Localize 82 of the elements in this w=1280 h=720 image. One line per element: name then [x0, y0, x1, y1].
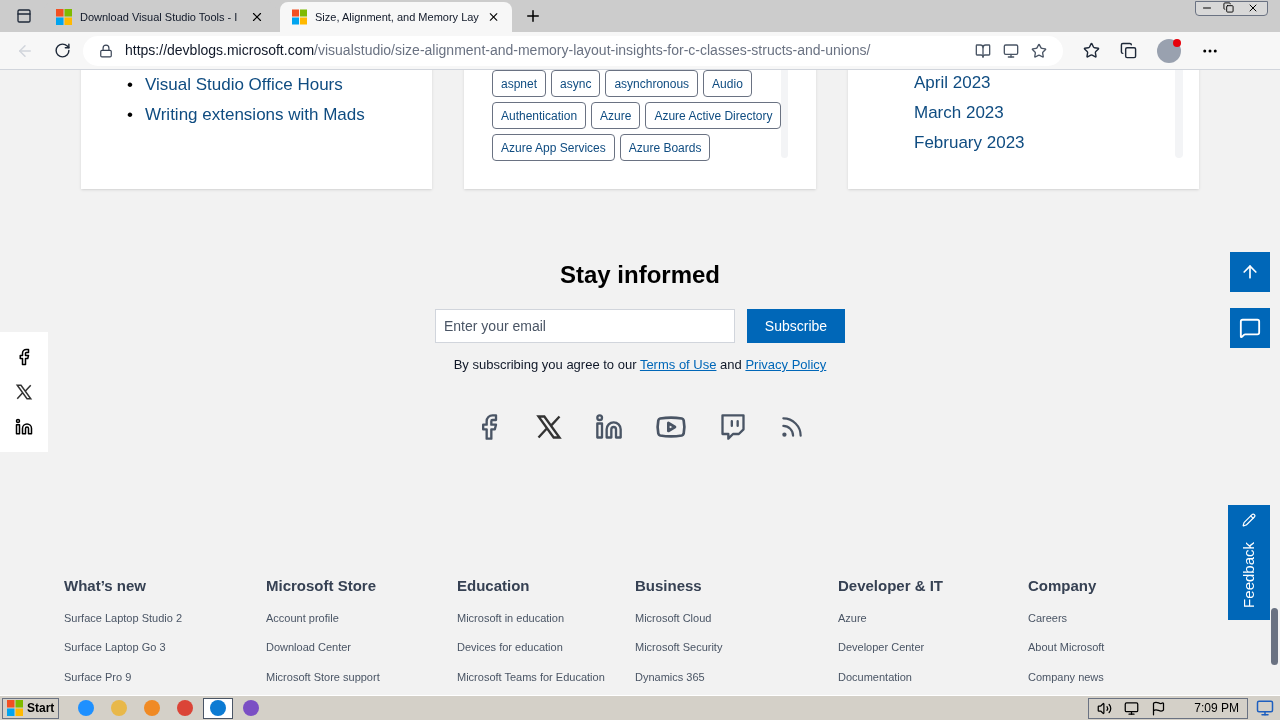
- footer-link[interactable]: Microsoft Store support: [266, 668, 457, 685]
- new-tab-icon[interactable]: [524, 7, 542, 25]
- chat-icon: [1239, 317, 1261, 339]
- collections-icon[interactable]: [1120, 42, 1137, 59]
- article-link[interactable]: Writing extensions with Mads: [144, 100, 365, 130]
- footer-link[interactable]: Microsoft Cloud: [635, 609, 838, 626]
- tag-link[interactable]: Authentication: [492, 102, 587, 129]
- linkedin-icon[interactable]: [595, 412, 623, 441]
- archive-link[interactable]: March 2023: [914, 98, 1175, 128]
- address-bar[interactable]: https://devblogs.microsoft.com/visualstudio/size-alignment-and-memory-layout-insights-for-c-classes-structs-and-unions/: [83, 35, 1063, 66]
- tag-link[interactable]: Azure App Services: [492, 134, 615, 161]
- bullet: •: [127, 74, 133, 96]
- scrollbar-thumb[interactable]: [1271, 608, 1278, 665]
- email-field[interactable]: Enter your email: [435, 309, 735, 343]
- newsletter-title: Stay informed: [560, 260, 720, 290]
- twitch-icon[interactable]: [719, 412, 747, 441]
- terms-link[interactable]: Terms of Use: [639, 357, 717, 372]
- browser-tab[interactable]: Size, Alignment, and Memory Lay: [280, 2, 512, 32]
- chat-button[interactable]: [1230, 308, 1270, 348]
- archive-link[interactable]: April 2023: [914, 70, 1175, 98]
- feedback-button[interactable]: Feedback: [1228, 505, 1270, 620]
- footer-link[interactable]: Surface Laptop Go 3: [64, 639, 266, 656]
- footer-link[interactable]: Company news: [1028, 668, 1208, 685]
- pencil-icon: [1242, 513, 1256, 527]
- x-logo-icon[interactable]: [15, 383, 33, 401]
- footer-link[interactable]: Careers: [1028, 609, 1208, 626]
- windows-logo-icon: [292, 9, 307, 25]
- privacy-link[interactable]: Privacy Policy: [745, 357, 827, 372]
- tag-link[interactable]: Azure Boards: [619, 134, 711, 161]
- flag-icon[interactable]: [1151, 700, 1167, 716]
- footer-heading: What’s new: [64, 575, 147, 596]
- favorites-icon[interactable]: [1083, 42, 1100, 59]
- footer-link[interactable]: Surface Laptop Studio 2: [64, 609, 266, 626]
- tag-link[interactable]: Audio: [703, 70, 752, 97]
- article-link[interactable]: Visual Studio Office Hours: [144, 70, 343, 100]
- url-text: https://devblogs.microsoft.com/visualstudio/size-alignment-and-memory-layout-insights-for-c-classes-structs-and-unions/: [125, 41, 872, 60]
- footer-heading: Microsoft Store: [266, 575, 377, 596]
- profile-avatar[interactable]: [1157, 38, 1181, 63]
- footer-link[interactable]: Devices for education: [457, 639, 635, 656]
- linkedin-icon[interactable]: [15, 417, 33, 436]
- restore-icon[interactable]: [1223, 2, 1234, 13]
- footer-link[interactable]: Documentation: [838, 668, 1028, 685]
- footer-link[interactable]: Surface Pro 9: [64, 668, 266, 685]
- tab-title: Download Visual Studio Tools - I: [80, 9, 239, 25]
- show-desktop-icon[interactable]: [1256, 699, 1274, 717]
- footer-heading: Business: [635, 575, 703, 596]
- refresh-icon[interactable]: [54, 42, 71, 59]
- footer-link[interactable]: Download Center: [266, 639, 457, 656]
- footer-heading: Developer & IT: [838, 575, 945, 596]
- footer-link[interactable]: Microsoft in education: [457, 609, 635, 626]
- lock-icon: [99, 43, 113, 58]
- tag-link[interactable]: Azure: [591, 102, 641, 129]
- footer-link[interactable]: Dynamics 365: [635, 668, 838, 685]
- footer-link[interactable]: Microsoft Security: [635, 639, 838, 656]
- tab-actions-icon[interactable]: [16, 8, 32, 24]
- add-favorite-icon[interactable]: [1031, 42, 1047, 59]
- tag-link[interactable]: aspnet: [492, 70, 547, 97]
- footer-link[interactable]: Developer Center: [838, 639, 1028, 656]
- close-icon[interactable]: [1247, 2, 1259, 14]
- windows-logo-icon: [56, 9, 72, 25]
- footer-link[interactable]: Azure: [838, 609, 1028, 626]
- archive-link[interactable]: February 2023: [914, 128, 1175, 158]
- tab-title: Size, Alignment, and Memory Lay: [315, 9, 479, 25]
- start-button[interactable]: Start: [2, 697, 60, 719]
- volume-icon[interactable]: [1097, 700, 1113, 716]
- x-logo-icon[interactable]: [535, 412, 563, 441]
- windows-logo-icon: [7, 700, 23, 716]
- close-icon[interactable]: [250, 10, 264, 24]
- back-to-top-button[interactable]: [1230, 252, 1270, 292]
- tag-link[interactable]: async: [551, 70, 601, 97]
- taskbar-app[interactable]: [203, 697, 234, 719]
- subscribe-button[interactable]: Subscribe: [747, 309, 845, 343]
- tag-link[interactable]: asynchronous: [605, 70, 699, 97]
- bullet: •: [127, 104, 133, 126]
- clock: 7:09 PM: [1194, 700, 1239, 717]
- footer-heading: Education: [457, 575, 531, 596]
- footer-link[interactable]: About Microsoft: [1028, 639, 1208, 656]
- footer-link[interactable]: Microsoft Teams for Education: [457, 668, 635, 685]
- footer-heading: Company: [1028, 575, 1098, 596]
- tag-link[interactable]: Azure Active Directory: [645, 102, 782, 129]
- footer-link[interactable]: Account profile: [266, 609, 457, 626]
- consent-text: By subscribing you agree to our Terms of Use and Privacy Policy: [453, 356, 827, 374]
